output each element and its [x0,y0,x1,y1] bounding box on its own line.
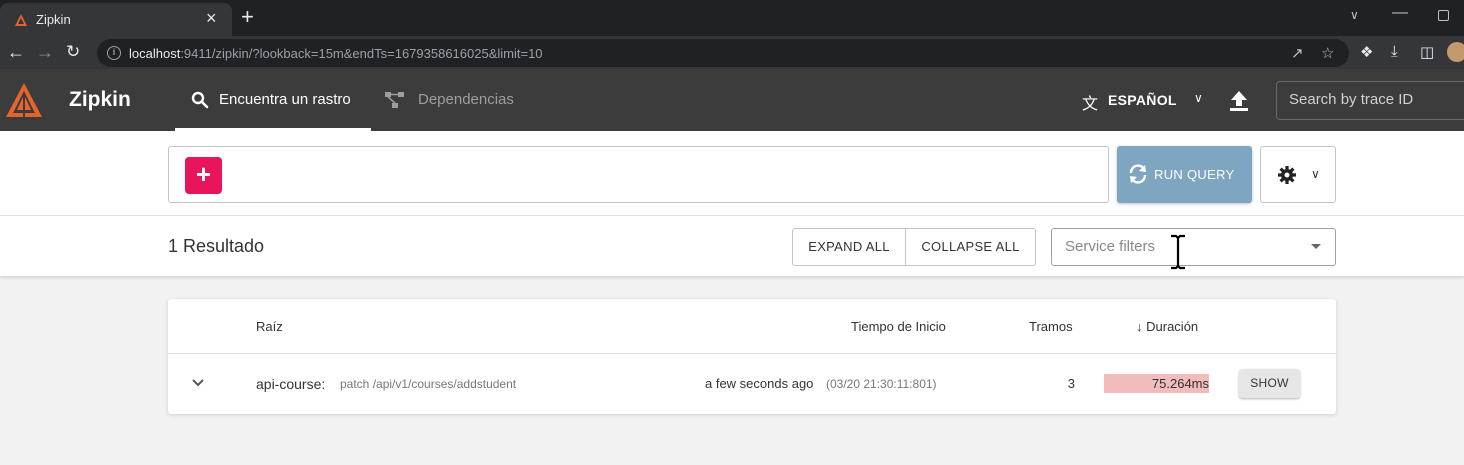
browser-tabstrip: Zipkin × + ∨ — [0,0,1464,36]
table-row[interactable]: api-course: patch /api/v1/courses/addstu… [168,354,1336,414]
show-trace-button[interactable]: SHOW [1239,369,1300,398]
browser-tab[interactable]: Zipkin × [0,3,232,36]
text-cursor-icon [1171,234,1185,270]
search-criteria-input[interactable]: + [168,146,1109,203]
column-duration-label: Duración [1146,319,1199,334]
traces-table: Raíz Tiempo de Inicio Tramos ↓ Duración … [168,299,1336,414]
share-icon[interactable]: ↗ [1291,44,1304,62]
trace-id-search[interactable] [1276,81,1464,120]
address-bar[interactable]: i localhost:9411/zipkin/?lookback=15m&en… [97,39,1349,67]
translate-icon: 文 [1082,96,1099,113]
language-label: ESPAÑOL [1108,92,1177,108]
run-query-button[interactable]: RUN QUERY [1117,146,1252,203]
browser-toolbar: ← → ↻ i localhost:9411/zipkin/?lookback=… [0,36,1464,69]
column-start-time[interactable]: Tiempo de Inicio [851,319,946,334]
brand-title[interactable]: Zipkin [69,88,131,112]
column-spans[interactable]: Tramos [1029,319,1073,334]
site-info-icon[interactable]: i [107,46,121,60]
nav-dependencies-label: Dependencias [418,91,514,108]
gear-icon [1278,166,1296,184]
duration-value: 75.264ms [1151,376,1209,391]
nav-find-trace-label: Encuentra un rastro [219,91,351,108]
download-icon[interactable]: ⤓ [1391,43,1398,60]
trace-id-input[interactable] [1289,91,1464,108]
service-filter-placeholder: Service filters [1065,238,1156,255]
settings-menu-button[interactable]: ∨ [1260,146,1336,203]
url-host: localhost [129,46,181,61]
add-criteria-button[interactable]: + [185,157,222,194]
root-span-name: patch /api/v1/courses/addstudent [340,377,517,391]
new-tab-button[interactable]: + [241,6,254,28]
search-icon [191,91,209,109]
expand-row-chevron-icon[interactable] [190,375,206,391]
start-time-absolute: (03/20 21:30:11:801) [826,377,937,391]
tab-title: Zipkin [36,12,71,27]
expand-collapse-group: EXPAND ALL COLLAPSE ALL [792,228,1036,266]
query-bar: + RUN QUERY ∨ [0,131,1464,215]
nav-dependencies[interactable]: Dependencias [384,69,534,131]
forward-arrow-icon[interactable]: → [36,40,54,64]
service-filter-select[interactable]: Service filters [1051,228,1336,266]
extensions-puzzle-icon[interactable]: ❖ [1360,43,1373,61]
upload-json-icon[interactable] [1227,89,1251,113]
window-minimize-icon[interactable]: — [1392,4,1408,22]
url-path: :9411/zipkin/?lookback=15m&endTs=1679358… [180,46,543,61]
expand-all-button[interactable]: EXPAND ALL [793,229,906,265]
nav-find-trace[interactable]: Encuentra un rastro [175,69,371,131]
column-root[interactable]: Raíz [256,319,283,334]
dependencies-icon [385,92,404,108]
run-query-label: RUN QUERY [1154,167,1235,182]
url-text: localhost:9411/zipkin/?lookback=15m&endT… [129,46,543,61]
table-header: Raíz Tiempo de Inicio Tramos ↓ Duración [168,299,1336,354]
chevron-down-icon: ∨ [1311,167,1320,181]
back-arrow-icon[interactable]: ← [7,40,25,64]
results-count: 1 Resultado [168,236,265,256]
zipkin-favicon-icon [15,14,27,26]
reload-icon[interactable]: ↻ [66,40,80,64]
sort-arrow-down-icon: ↓ [1136,319,1143,334]
app-header: Zipkin Encuentra un rastro Dependencias … [0,69,1464,131]
chevron-down-icon: ∨ [1194,91,1203,105]
span-count: 3 [1067,376,1075,391]
tab-search-chevron-icon[interactable]: ∨ [1350,8,1359,22]
dropdown-arrow-icon[interactable] [1311,244,1321,249]
profile-avatar[interactable] [1447,42,1464,62]
start-time-relative: a few seconds ago [705,376,814,391]
window-restore-icon[interactable] [1438,10,1449,21]
root-service-name: api-course: [256,376,326,392]
bookmark-star-icon[interactable]: ☆ [1321,44,1334,62]
results-bar: 1 Resultado EXPAND ALL COLLAPSE ALL Serv… [0,215,1464,276]
collapse-all-button[interactable]: COLLAPSE ALL [906,229,1035,265]
column-duration[interactable]: ↓ Duración [1136,319,1198,334]
tab-close-icon[interactable]: × [206,8,217,28]
refresh-icon [1129,164,1147,184]
zipkin-logo-icon [6,83,42,117]
side-panel-icon[interactable]: ◫ [1420,43,1434,61]
